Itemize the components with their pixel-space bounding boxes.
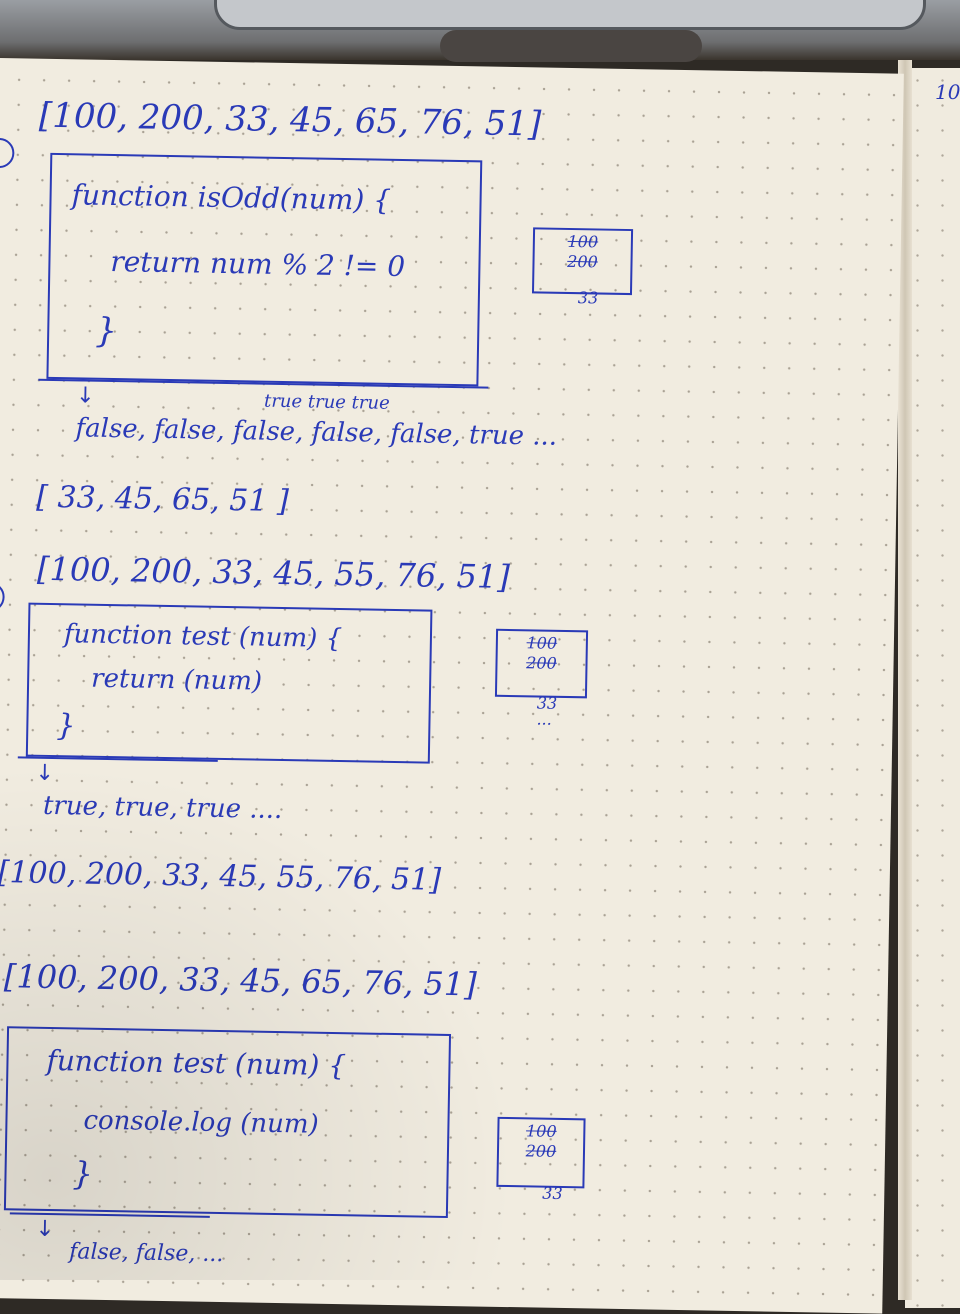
section1-output-array: [ 33, 45, 65, 51 ] — [36, 479, 290, 520]
stack-item: 200 — [525, 1141, 557, 1161]
section2-arrow-icon: ↓ — [35, 760, 55, 787]
section2-code-box: function test (num) { return (num) } — [25, 602, 433, 764]
section3-code-line1: function test (num) { — [46, 1043, 347, 1083]
section1-stack-item-3: 33 — [577, 288, 599, 308]
section2-code-line2: return (num) — [90, 663, 263, 697]
section1-stack-diagram: 100 200 — [531, 227, 634, 296]
stack-item: 200 — [567, 251, 598, 272]
section3-input-array: [100, 200, 33, 45, 65, 76, 51] — [3, 957, 478, 1004]
section2-output-array: [100, 200, 33, 45, 55, 76, 51] — [0, 855, 442, 898]
section3-stack-diagram: 100 200 — [496, 1116, 586, 1189]
section2-code-line1: function test (num) { — [63, 619, 343, 655]
section3-results: false, false, ... — [68, 1239, 224, 1268]
stack-item: 100 — [526, 633, 558, 653]
laptop-edge — [214, 0, 926, 30]
section2-code-line3: } — [56, 708, 76, 744]
section3-code-line2: console.log (num) — [83, 1105, 319, 1140]
stack-item: 200 — [526, 653, 557, 673]
section1-arrow-icon: ↓ — [75, 383, 95, 409]
section1-code-box: function isOdd(num) { return num % 2 != … — [46, 152, 483, 387]
section3-stack-item-3: 33 — [542, 1183, 563, 1203]
section1-input-array: [100, 200, 33, 45, 65, 76, 51] — [38, 95, 542, 145]
notebook-page: [100, 200, 33, 45, 65, 76, 51] function … — [0, 58, 904, 1314]
section3-arrow-icon: ↓ — [35, 1216, 55, 1243]
section1-code-line1: function isOdd(num) { — [71, 178, 392, 217]
section1-results: false, false, false, false, false, true … — [75, 413, 558, 452]
section3-code-line3: } — [72, 1154, 94, 1193]
section2-marker — [0, 581, 5, 613]
section3-code-box: function test (num) { console.log (num) … — [3, 1026, 452, 1218]
section2-results: true, true, true .... — [42, 790, 283, 826]
section1-results-top: true true true — [263, 390, 390, 414]
stack-item: 100 — [525, 1121, 557, 1141]
section2-input-array: [100, 200, 33, 45, 55, 76, 51] — [36, 549, 511, 596]
section2-stack-diagram: 100 200 — [494, 628, 589, 699]
section1-code-line2: return num % 2 != 0 — [110, 244, 406, 284]
stack-item: 100 — [567, 231, 599, 252]
section2-stack-ellipsis: ... — [536, 709, 552, 729]
section1-code-line3: } — [94, 310, 118, 352]
laptop-stand — [440, 30, 702, 62]
section1-marker — [0, 137, 15, 169]
notebook-right-page: 10 — [905, 68, 960, 1308]
page-number: 10 — [935, 80, 960, 104]
